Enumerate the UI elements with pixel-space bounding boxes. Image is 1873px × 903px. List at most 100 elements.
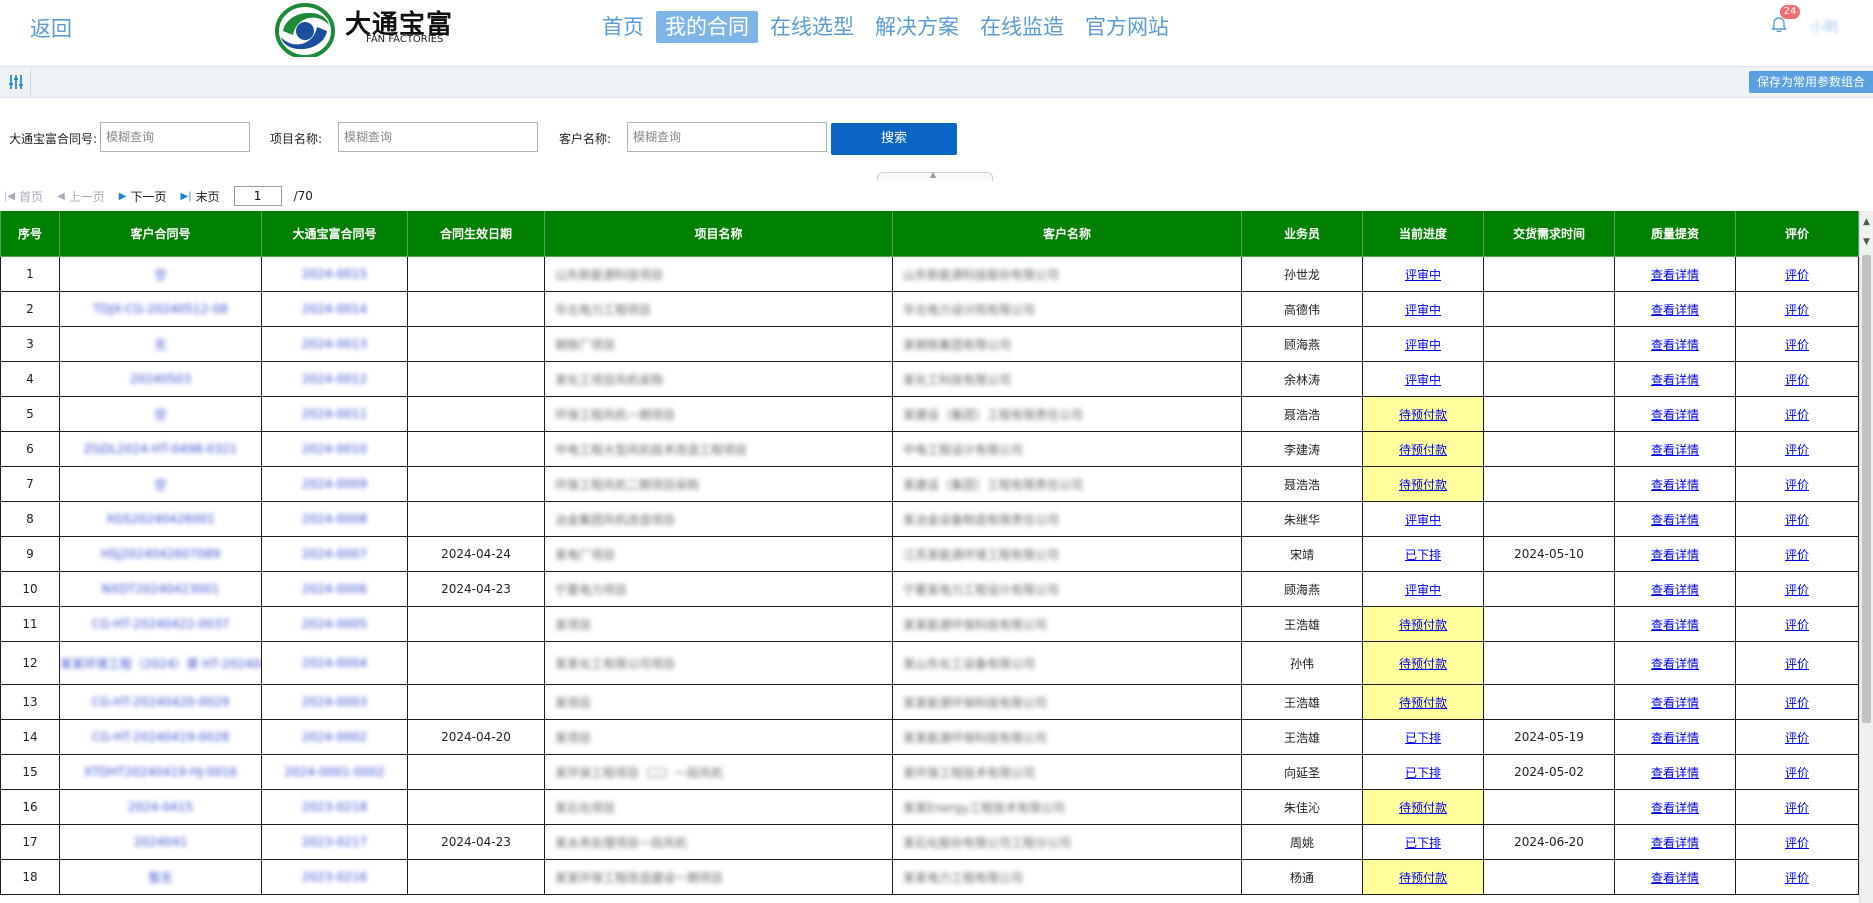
prev-page-button[interactable]: ◀ 上一页 bbox=[57, 188, 105, 205]
dt-contract-no-link[interactable]: 2024-0005 bbox=[261, 606, 408, 642]
progress-link[interactable]: 待预付款 bbox=[1362, 859, 1484, 895]
dt-contract-no-link[interactable]: 2023-0218 bbox=[261, 789, 408, 825]
col-header-index[interactable]: 序号 bbox=[0, 211, 60, 257]
col-header-delivery-time[interactable]: 交货需求时间 bbox=[1483, 211, 1615, 257]
nav-official-site[interactable]: 官方网站 bbox=[1076, 11, 1178, 43]
customer-name-input[interactable] bbox=[627, 122, 827, 152]
col-header-dt-contract-no[interactable]: 大通宝富合同号 bbox=[261, 211, 408, 257]
progress-link[interactable]: 评审中 bbox=[1362, 361, 1484, 397]
customer-contract-no-link[interactable]: CG-HT-20240419-0028 bbox=[59, 719, 262, 755]
nav-solutions[interactable]: 解决方案 bbox=[866, 11, 968, 43]
col-header-customer-name[interactable]: 客户名称 bbox=[892, 211, 1242, 257]
user-name[interactable]: 小明 bbox=[1810, 17, 1838, 37]
progress-link[interactable]: 待预付款 bbox=[1362, 466, 1484, 502]
dt-contract-no-link[interactable]: 2024-0010 bbox=[261, 431, 408, 467]
project-name-input[interactable] bbox=[338, 122, 538, 152]
evaluate-link[interactable]: 评价 bbox=[1735, 859, 1859, 895]
quality-details-link[interactable]: 查看详情 bbox=[1614, 361, 1736, 397]
next-page-button[interactable]: ▶ 下一页 bbox=[119, 188, 167, 205]
table-vertical-scrollbar[interactable]: ▲ ▼ bbox=[1859, 211, 1873, 903]
progress-link[interactable]: 待预付款 bbox=[1362, 606, 1484, 642]
customer-contract-no-link[interactable]: XGS20240426001 bbox=[59, 501, 262, 537]
scroll-down-icon[interactable]: ▼ bbox=[1863, 237, 1870, 247]
scroll-up-icon[interactable]: ▲ bbox=[1863, 217, 1870, 227]
col-header-evaluation[interactable]: 评价 bbox=[1735, 211, 1859, 257]
progress-link[interactable]: 待预付款 bbox=[1362, 789, 1484, 825]
col-header-effective-date[interactable]: 合同生效日期 bbox=[407, 211, 545, 257]
dt-contract-no-link[interactable]: 2024-0004 bbox=[261, 641, 408, 685]
back-link[interactable]: 返回 bbox=[30, 13, 72, 43]
quality-details-link[interactable]: 查看详情 bbox=[1614, 431, 1736, 467]
evaluate-link[interactable]: 评价 bbox=[1735, 501, 1859, 537]
nav-online-selection[interactable]: 在线选型 bbox=[761, 11, 863, 43]
dt-contract-no-link[interactable]: 2023-0217 bbox=[261, 824, 408, 860]
dt-contract-no-link[interactable]: 2024-0012 bbox=[261, 361, 408, 397]
dt-contract-no-link[interactable]: 2024-0014 bbox=[261, 291, 408, 327]
progress-link[interactable]: 待预付款 bbox=[1362, 641, 1484, 685]
customer-contract-no-link[interactable]: 某某环境工程（2024）第 HT-2024042201号 bbox=[59, 641, 262, 685]
evaluate-link[interactable]: 评价 bbox=[1735, 536, 1859, 572]
evaluate-link[interactable]: 评价 bbox=[1735, 571, 1859, 607]
quality-details-link[interactable]: 查看详情 bbox=[1614, 291, 1736, 327]
company-logo[interactable]: 大通宝富 FAN FACTORIES bbox=[275, 0, 475, 57]
customer-contract-no-link[interactable]: ZGDL2024-HT-0498-0321 bbox=[59, 431, 262, 467]
evaluate-link[interactable]: 评价 bbox=[1735, 684, 1859, 720]
dt-contract-no-link[interactable]: 2023-0216 bbox=[261, 859, 408, 895]
col-header-customer-contract-no[interactable]: 客户合同号 bbox=[59, 211, 262, 257]
evaluate-link[interactable]: 评价 bbox=[1735, 719, 1859, 755]
evaluate-link[interactable]: 评价 bbox=[1735, 466, 1859, 502]
col-header-salesperson[interactable]: 业务员 bbox=[1241, 211, 1363, 257]
quality-details-link[interactable]: 查看详情 bbox=[1614, 754, 1736, 790]
save-param-combo-button[interactable]: 保存为常用参数组合 bbox=[1748, 71, 1873, 93]
evaluate-link[interactable]: 评价 bbox=[1735, 291, 1859, 327]
evaluate-link[interactable]: 评价 bbox=[1735, 824, 1859, 860]
evaluate-link[interactable]: 评价 bbox=[1735, 361, 1859, 397]
customer-contract-no-link[interactable]: 20240503 bbox=[59, 361, 262, 397]
progress-link[interactable]: 评审中 bbox=[1362, 571, 1484, 607]
quality-details-link[interactable]: 查看详情 bbox=[1614, 571, 1736, 607]
progress-link[interactable]: 已下排 bbox=[1362, 536, 1484, 572]
col-header-progress[interactable]: 当前进度 bbox=[1362, 211, 1484, 257]
customer-contract-no-link[interactable]: NXDT20240423001 bbox=[59, 571, 262, 607]
customer-contract-no-link[interactable]: CG-HT-20240420-0029 bbox=[59, 684, 262, 720]
col-header-project-name[interactable]: 项目名称 bbox=[544, 211, 893, 257]
search-button[interactable]: 搜索 bbox=[831, 123, 957, 155]
dt-contract-no-link[interactable]: 2024-0006 bbox=[261, 571, 408, 607]
customer-contract-no-link[interactable]: XTDHT20240419-HJ-0016 bbox=[59, 754, 262, 790]
quality-details-link[interactable]: 查看详情 bbox=[1614, 396, 1736, 432]
progress-link[interactable]: 待预付款 bbox=[1362, 684, 1484, 720]
dt-contract-no-link[interactable]: 2024-0015 bbox=[261, 256, 408, 292]
progress-link[interactable]: 已下排 bbox=[1362, 754, 1484, 790]
dt-contract-no-link[interactable]: 2024-0013 bbox=[261, 326, 408, 362]
evaluate-link[interactable]: 评价 bbox=[1735, 641, 1859, 685]
quality-details-link[interactable]: 查看详情 bbox=[1614, 501, 1736, 537]
evaluate-link[interactable]: 评价 bbox=[1735, 789, 1859, 825]
customer-contract-no-link[interactable]: 2024041 bbox=[59, 824, 262, 860]
customer-contract-no-link[interactable]: CG-HT-20240422-0037 bbox=[59, 606, 262, 642]
progress-link[interactable]: 评审中 bbox=[1362, 501, 1484, 537]
quality-details-link[interactable]: 查看详情 bbox=[1614, 789, 1736, 825]
dt-contract-no-link[interactable]: 2024-0008 bbox=[261, 501, 408, 537]
quality-details-link[interactable]: 查看详情 bbox=[1614, 824, 1736, 860]
quality-details-link[interactable]: 查看详情 bbox=[1614, 641, 1736, 685]
nav-my-contracts[interactable]: 我的合同 bbox=[656, 11, 758, 43]
first-page-button[interactable]: |◀ 首页 bbox=[4, 188, 43, 205]
collapse-toggle[interactable]: ▲ bbox=[877, 170, 993, 181]
evaluate-link[interactable]: 评价 bbox=[1735, 754, 1859, 790]
customer-contract-no-link[interactable]: 无 bbox=[59, 326, 262, 362]
quality-details-link[interactable]: 查看详情 bbox=[1614, 536, 1736, 572]
customer-contract-no-link[interactable]: 空 bbox=[59, 256, 262, 292]
customer-contract-no-link[interactable]: HSJ2024042607089 bbox=[59, 536, 262, 572]
scrollbar-thumb[interactable] bbox=[1862, 255, 1871, 723]
progress-link[interactable]: 已下排 bbox=[1362, 824, 1484, 860]
customer-contract-no-link[interactable]: 空 bbox=[59, 396, 262, 432]
progress-link[interactable]: 待预付款 bbox=[1362, 431, 1484, 467]
dt-contract-no-input[interactable] bbox=[100, 122, 250, 152]
col-header-quality-docs[interactable]: 质量提资 bbox=[1614, 211, 1736, 257]
evaluate-link[interactable]: 评价 bbox=[1735, 256, 1859, 292]
dt-contract-no-link[interactable]: 2024-0001-0002 bbox=[261, 754, 408, 790]
progress-link[interactable]: 待预付款 bbox=[1362, 396, 1484, 432]
customer-contract-no-link[interactable]: TDJX-CG-20240512-08 bbox=[59, 291, 262, 327]
progress-link[interactable]: 已下排 bbox=[1362, 719, 1484, 755]
progress-link[interactable]: 评审中 bbox=[1362, 256, 1484, 292]
